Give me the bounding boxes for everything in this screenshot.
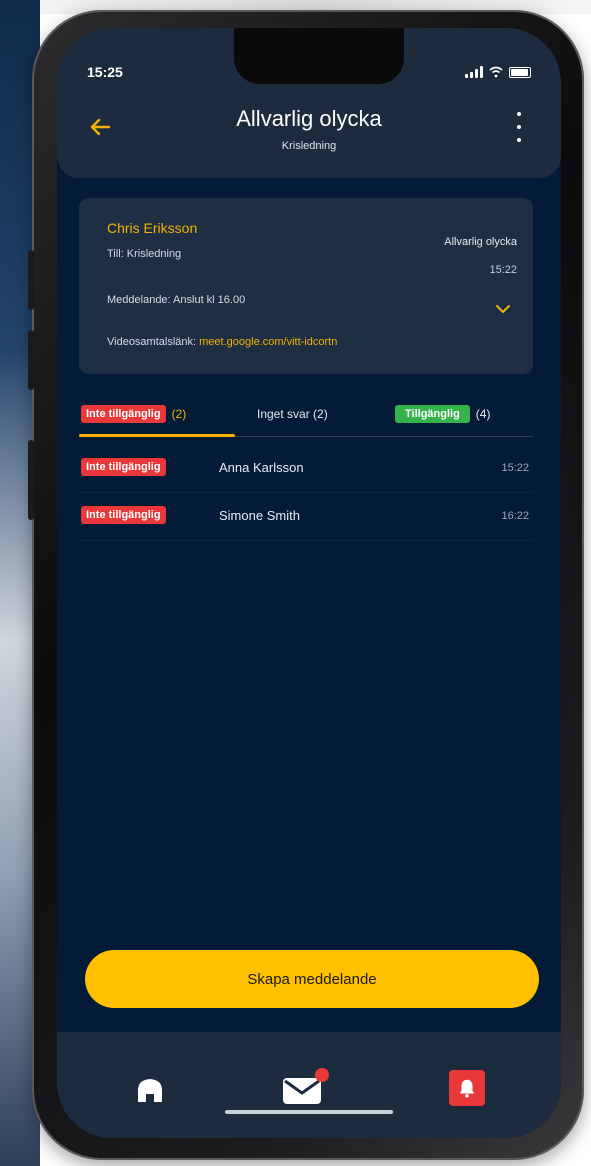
- page-subtitle: Krisledning: [281, 140, 337, 152]
- message-time: 15:22: [489, 264, 517, 276]
- list-item[interactable]: Inte tillgänglig Simone Smith 16:22: [79, 494, 533, 541]
- page-title: Allvarlig olycka: [236, 106, 382, 131]
- list-item[interactable]: Inte tillgänglig Anna Karlsson 15:22: [79, 446, 533, 493]
- home-indicator[interactable]: [225, 1110, 393, 1114]
- available-count: (4): [475, 407, 491, 421]
- responder-name: Simone Smith: [219, 508, 300, 523]
- message-incident: Allvarlig olycka: [444, 236, 517, 248]
- status-badge: Inte tillgänglig: [81, 458, 166, 476]
- status-time: 15:25: [87, 64, 123, 80]
- status-icons: [465, 64, 531, 80]
- home-icon[interactable]: [135, 1076, 165, 1104]
- create-message-button[interactable]: Skapa meddelande: [85, 950, 539, 1008]
- response-time: 16:22: [501, 510, 529, 522]
- unavailable-badge: Inte tillgänglig: [81, 405, 166, 423]
- more-options-icon[interactable]: [515, 112, 523, 142]
- signal-icon: [465, 66, 483, 78]
- status-badge: Inte tillgänglig: [81, 506, 166, 524]
- video-call-label: Videosamtalslänk:: [107, 336, 197, 348]
- mail-nav-button[interactable]: [281, 1068, 329, 1106]
- response-time: 15:22: [501, 462, 529, 474]
- tab-unavailable[interactable]: Inte tillgänglig (2): [81, 394, 186, 434]
- message-recipient: Till: Krisledning: [107, 248, 182, 260]
- camera-dot: [410, 50, 416, 56]
- phone-side-button: [28, 330, 34, 390]
- response-tabs: Inte tillgänglig (2) Inget svar (2) Till…: [79, 394, 533, 437]
- message-card[interactable]: Chris Eriksson Till: Krisledning Allvarl…: [79, 198, 533, 374]
- notification-badge: [315, 1068, 329, 1082]
- bell-icon: [459, 1079, 475, 1098]
- no-answer-label: Inget svar (2): [257, 407, 328, 421]
- active-tab-indicator: [79, 434, 235, 437]
- phone-side-button: [28, 250, 34, 310]
- app-screen: 15:25 Allvarlig olycka Krisledning Chris…: [57, 28, 561, 1138]
- wifi-icon: [489, 66, 503, 78]
- phone-notch: [234, 28, 416, 84]
- tab-available[interactable]: Tillgänglig (4): [395, 394, 490, 434]
- bottom-nav: [57, 1032, 561, 1138]
- unavailable-count: (2): [171, 407, 187, 421]
- responder-name: Anna Karlsson: [219, 460, 304, 475]
- video-call-line: Videosamtalslänk: meet.google.com/vitt-i…: [107, 336, 337, 348]
- chevron-down-icon[interactable]: [495, 304, 511, 314]
- video-call-link[interactable]: meet.google.com/vitt-idcortn: [199, 336, 337, 348]
- message-sender: Chris Eriksson: [107, 220, 198, 236]
- alarm-nav-button[interactable]: [449, 1070, 485, 1106]
- phone-side-button: [28, 440, 34, 520]
- available-badge: Tillgänglig: [395, 405, 470, 423]
- battery-icon: [509, 66, 531, 78]
- message-text: Meddelande: Anslut kl 16.00: [107, 294, 246, 306]
- tab-no-answer[interactable]: Inget svar (2): [257, 394, 328, 434]
